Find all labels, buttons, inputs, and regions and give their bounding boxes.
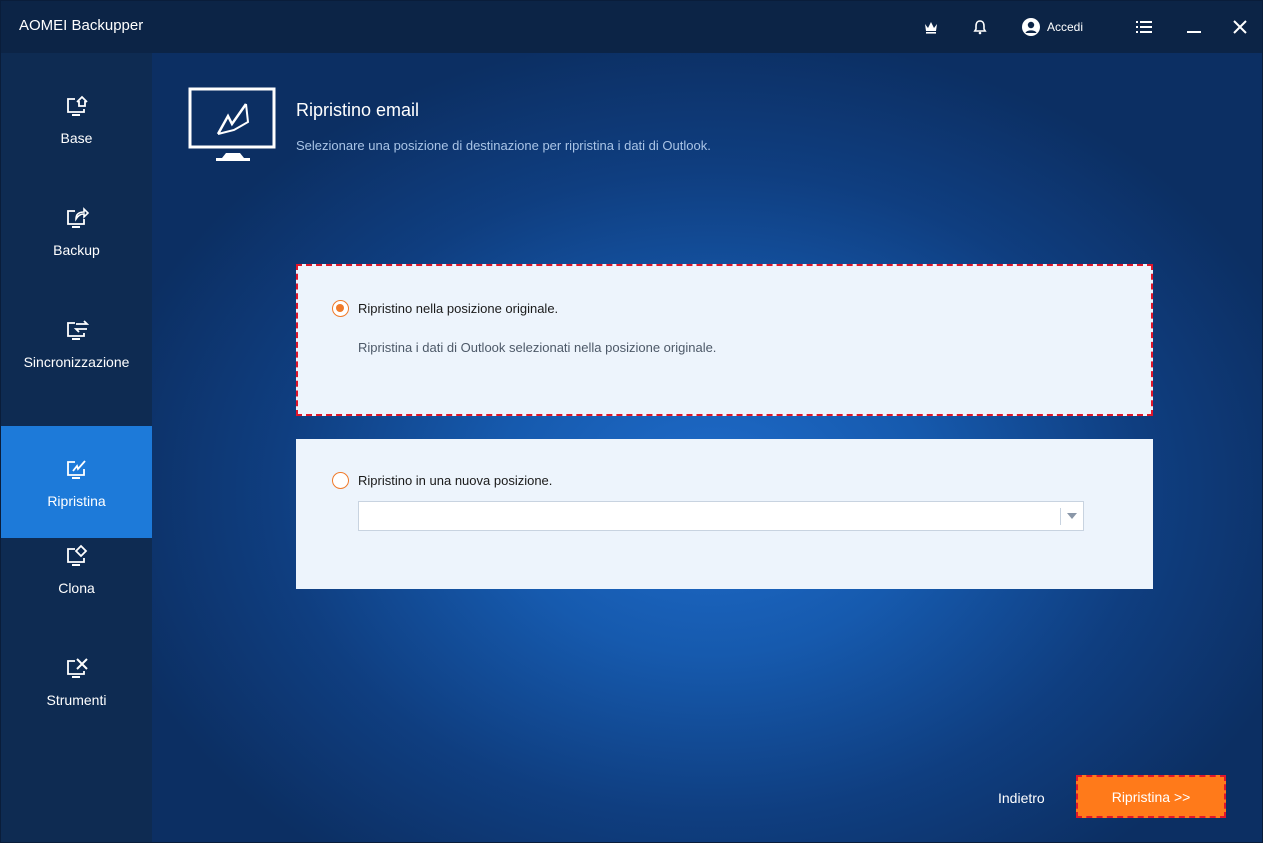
option-new-location-card[interactable]: Ripristino in una nuova posizione. xyxy=(296,439,1153,589)
monitor-clone-icon xyxy=(66,544,87,566)
sidebar-item-base[interactable]: Base xyxy=(1,63,152,175)
sidebar-item-tools[interactable]: Strumenti xyxy=(1,625,152,737)
sidebar-item-clone[interactable]: Clona xyxy=(1,513,152,625)
page-title: Ripristino email xyxy=(296,100,420,120)
monitor-home-icon xyxy=(66,95,88,116)
close-icon[interactable] xyxy=(1227,13,1253,41)
minimize-icon[interactable] xyxy=(1181,13,1207,41)
sidebar-item-sync[interactable]: Sincronizzazione xyxy=(1,287,152,399)
option-original-location-card[interactable]: Ripristino nella posizione originale. Ri… xyxy=(296,264,1153,416)
option-original-label: Ripristino nella posizione originale. xyxy=(358,301,559,316)
sidebar-item-backup[interactable]: Backup xyxy=(1,175,152,287)
sidebar-item-label: Strumenti xyxy=(46,692,107,708)
email-restore-monitor-icon xyxy=(188,87,276,161)
login-label: Accedi xyxy=(1047,20,1084,34)
sidebar-item-label: Clona xyxy=(58,580,95,596)
sidebar: Base Backup Sincronizzazione Ripristina … xyxy=(1,53,152,842)
monitor-backup-icon xyxy=(66,207,89,228)
option-original-description: Ripristina i dati di Outlook selezionati… xyxy=(358,340,717,355)
app-title: AOMEI Backupper xyxy=(19,17,144,34)
sidebar-item-label: Sincronizzazione xyxy=(23,354,130,370)
sidebar-item-label: Backup xyxy=(53,242,100,258)
monitor-tools-icon xyxy=(66,658,88,678)
page-subtitle: Selezionare una posizione di destinazion… xyxy=(296,138,711,153)
crown-icon[interactable] xyxy=(918,13,944,41)
chevron-down-icon xyxy=(1067,513,1077,519)
sidebar-item-label: Base xyxy=(60,130,93,146)
restore-button[interactable]: Ripristina >> xyxy=(1076,775,1226,818)
monitor-restore-icon xyxy=(66,460,86,479)
option-new-label: Ripristino in una nuova posizione. xyxy=(358,473,553,488)
dropdown-separator xyxy=(1060,508,1061,525)
login-button[interactable]: Accedi xyxy=(1021,13,1093,41)
title-bar: AOMEI Backupper Accedi xyxy=(1,1,1262,53)
radio-new-location[interactable] xyxy=(332,472,349,489)
bell-icon[interactable] xyxy=(967,13,993,41)
main-panel: Ripristino email Selezionare una posizio… xyxy=(152,53,1262,842)
user-icon xyxy=(1022,18,1040,36)
back-button[interactable]: Indietro xyxy=(998,790,1045,806)
radio-original-location[interactable] xyxy=(332,300,349,317)
monitor-sync-icon xyxy=(66,320,89,340)
sidebar-item-label: Ripristina xyxy=(47,493,106,509)
destination-dropdown[interactable] xyxy=(358,501,1084,531)
menu-icon[interactable] xyxy=(1131,13,1157,41)
app-window: AOMEI Backupper Accedi Base Backup Sincr… xyxy=(0,0,1263,843)
